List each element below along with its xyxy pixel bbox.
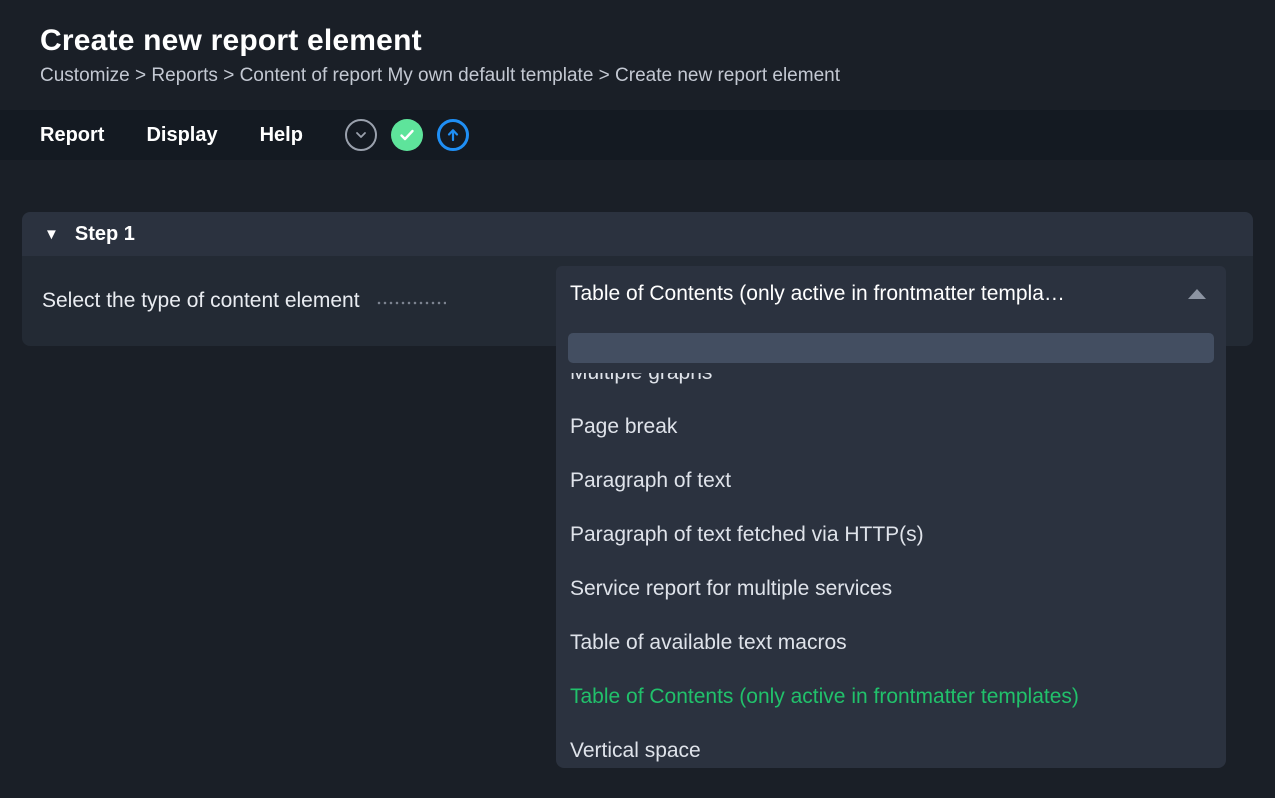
collapse-caret-icon[interactable]: ▼ xyxy=(44,227,59,242)
chevron-down-icon[interactable] xyxy=(345,119,377,151)
page-title: Create new report element xyxy=(40,22,1275,60)
page-header: Create new report element Customize > Re… xyxy=(0,0,1275,90)
menu-item-report[interactable]: Report xyxy=(40,124,104,147)
breadcrumb: Customize > Reports > Content of report … xyxy=(40,62,1275,90)
dropdown-option[interactable]: Multiple graphs xyxy=(568,373,1214,400)
dropdown-option-list: Multiple graphsPage breakParagraph of te… xyxy=(568,373,1214,768)
menu-item-help[interactable]: Help xyxy=(260,124,303,147)
dropdown-search-input[interactable] xyxy=(568,333,1214,363)
chevron-up-icon[interactable] xyxy=(1188,289,1206,299)
menu-item-display[interactable]: Display xyxy=(146,124,217,147)
step-1-title: Step 1 xyxy=(75,223,135,246)
content-element-type-dropdown: Multiple graphsPage breakParagraph of te… xyxy=(556,322,1226,768)
dropdown-option[interactable]: Paragraph of text fetched via HTTP(s) xyxy=(568,508,1214,562)
step-1-header[interactable]: ▼ Step 1 xyxy=(22,212,1253,256)
dropdown-option[interactable]: Table of Contents (only active in frontm… xyxy=(568,670,1214,724)
dropdown-option[interactable]: Paragraph of text xyxy=(568,454,1214,508)
select-value-text: Table of Contents (only active in frontm… xyxy=(570,282,1178,306)
dropdown-option[interactable]: Vertical space xyxy=(568,724,1214,768)
content-element-type-select-wrapper: Table of Contents (only active in frontm… xyxy=(556,266,1226,768)
dropdown-option[interactable]: Page break xyxy=(568,400,1214,454)
dotted-leader xyxy=(376,291,446,311)
arrow-up-circle-icon[interactable] xyxy=(437,119,469,151)
content-element-type-label: Select the type of content element xyxy=(42,289,360,313)
menu-bar-icons xyxy=(345,119,469,151)
dropdown-option[interactable]: Table of available text macros xyxy=(568,616,1214,670)
content-element-type-select[interactable]: Table of Contents (only active in frontm… xyxy=(556,266,1226,322)
dropdown-option[interactable]: Service report for multiple services xyxy=(568,562,1214,616)
check-circle-icon[interactable] xyxy=(391,119,423,151)
menu-bar: Report Display Help xyxy=(0,110,1275,160)
